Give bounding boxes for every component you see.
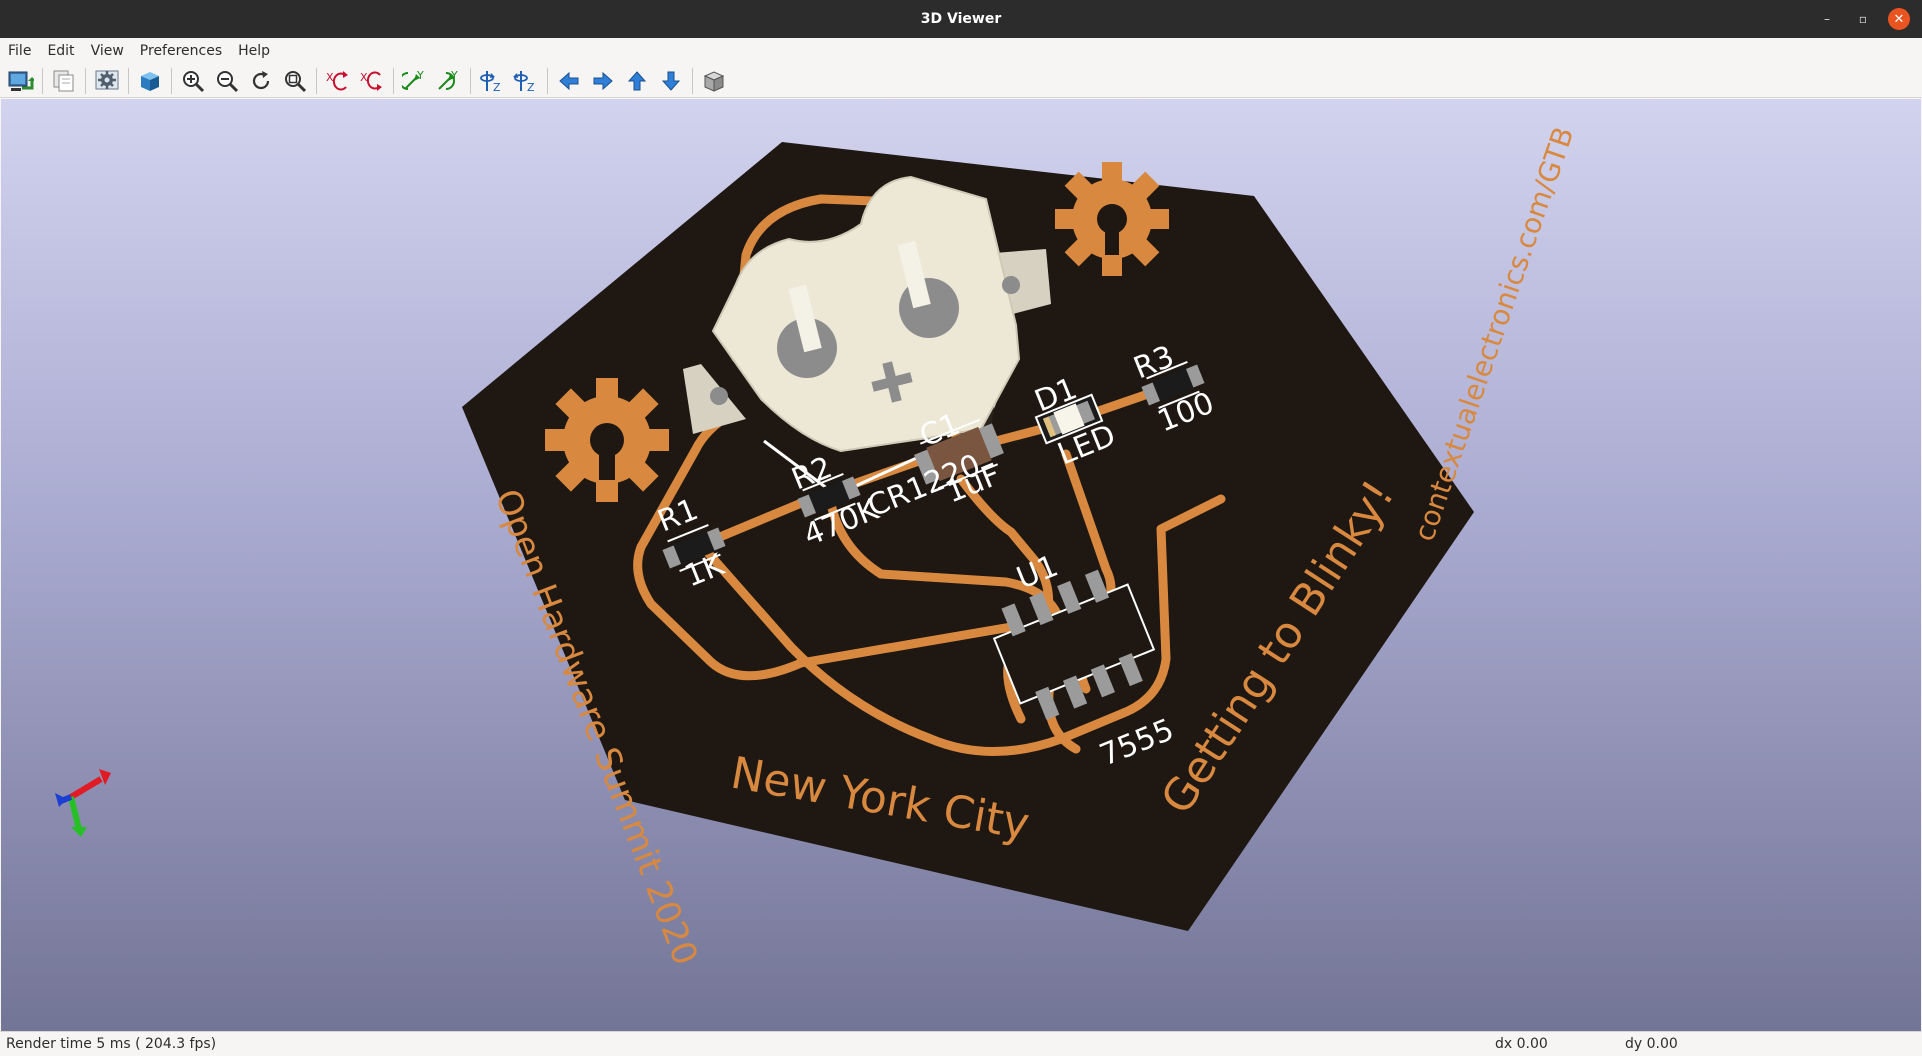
pcb-render: CR1220 R1 1K R2 470K C1 1uF D1 LED R3 10… — [55, 123, 1580, 971]
toolbar-separator — [547, 67, 548, 94]
rotate-y-cw-button[interactable]: Y — [400, 66, 430, 96]
menu-bar: File Edit View Preferences Help — [0, 38, 1922, 64]
reload-board-button[interactable] — [6, 66, 36, 96]
dx-status: dx 0.00 — [1495, 1036, 1548, 1052]
move-right-button[interactable] — [588, 66, 618, 96]
axis-gizmo — [55, 769, 111, 837]
reload-board-icon — [8, 71, 34, 91]
status-bar: Render time 5 ms ( 204.3 fps) dx 0.00 dy… — [0, 1031, 1922, 1056]
zoom-fit-icon — [285, 70, 307, 92]
raytrace-cube-icon — [141, 71, 159, 91]
menu-edit[interactable]: Edit — [39, 43, 82, 59]
move-left-button[interactable] — [554, 66, 584, 96]
rotate-z-ccw-button[interactable]: Z — [511, 66, 541, 96]
svg-text:X: X — [326, 71, 334, 84]
move-right-icon — [593, 71, 613, 90]
rotate-y-cw-icon: Y — [402, 69, 424, 90]
toolbar-separator — [470, 67, 471, 94]
menu-preferences[interactable]: Preferences — [132, 43, 230, 59]
copy-image-icon — [53, 70, 74, 91]
rotate-y-ccw-button[interactable]: Y — [434, 66, 464, 96]
refresh-button[interactable] — [246, 66, 276, 96]
refresh-icon — [252, 70, 270, 89]
menu-file[interactable]: File — [0, 43, 39, 59]
toolbar-separator — [171, 67, 172, 94]
move-up-button[interactable] — [622, 66, 652, 96]
svg-text:X: X — [360, 71, 368, 84]
toolbar: X X Y Y Z Z — [0, 64, 1922, 98]
move-down-button[interactable] — [656, 66, 686, 96]
toolbar-separator — [692, 67, 693, 94]
maximize-button[interactable]: ▫ — [1852, 8, 1874, 30]
minimize-button[interactable]: – — [1816, 8, 1838, 30]
dy-status: dy 0.00 — [1625, 1036, 1678, 1052]
gear-logo-left — [545, 378, 669, 502]
title-bar: 3D Viewer – ▫ ✕ — [0, 0, 1922, 38]
website-text: contextualelectronics.com/GTB — [1407, 123, 1580, 546]
3d-viewport[interactable]: CR1220 R1 1K R2 470K C1 1uF D1 LED R3 10… — [1, 99, 1921, 1031]
move-up-icon — [627, 70, 647, 90]
ortho-view-icon — [703, 70, 725, 92]
rotate-x-cw-button[interactable]: X — [323, 66, 353, 96]
settings-button[interactable] — [92, 66, 122, 96]
zoom-in-button[interactable] — [178, 66, 208, 96]
zoom-out-icon — [217, 70, 239, 92]
zoom-out-button[interactable] — [212, 66, 242, 96]
copy-image-button[interactable] — [49, 66, 79, 96]
svg-text:Z: Z — [527, 81, 535, 93]
raytrace-button[interactable] — [135, 66, 165, 96]
toolbar-separator — [393, 67, 394, 94]
toolbar-separator — [128, 67, 129, 94]
settings-gear-icon — [95, 70, 119, 89]
toolbar-separator — [85, 67, 86, 94]
window-controls: – ▫ ✕ — [1816, 0, 1910, 38]
window-title: 3D Viewer — [920, 11, 1002, 27]
ortho-view-button[interactable] — [699, 66, 729, 96]
gear-logo-right — [1055, 162, 1169, 276]
rotate-z-cw-icon: Z — [480, 70, 501, 93]
render-time-status: Render time 5 ms ( 204.3 fps) — [6, 1036, 217, 1052]
rotate-z-ccw-icon: Z — [513, 70, 535, 93]
menu-help[interactable]: Help — [230, 43, 278, 59]
move-down-icon — [661, 71, 681, 91]
toolbar-separator — [316, 67, 317, 94]
rotate-x-ccw-icon: X — [360, 71, 382, 91]
svg-text:Z: Z — [493, 81, 501, 93]
zoom-fit-button[interactable] — [280, 66, 310, 96]
rotate-y-ccw-icon: Y — [438, 69, 458, 90]
zoom-in-icon — [183, 70, 205, 92]
menu-view[interactable]: View — [83, 43, 132, 59]
rotate-z-cw-button[interactable]: Z — [477, 66, 507, 96]
move-left-icon — [559, 71, 579, 90]
rotate-x-ccw-button[interactable]: X — [357, 66, 387, 96]
close-button[interactable]: ✕ — [1888, 8, 1910, 30]
toolbar-separator — [42, 67, 43, 94]
rotate-x-cw-icon: X — [326, 70, 348, 90]
